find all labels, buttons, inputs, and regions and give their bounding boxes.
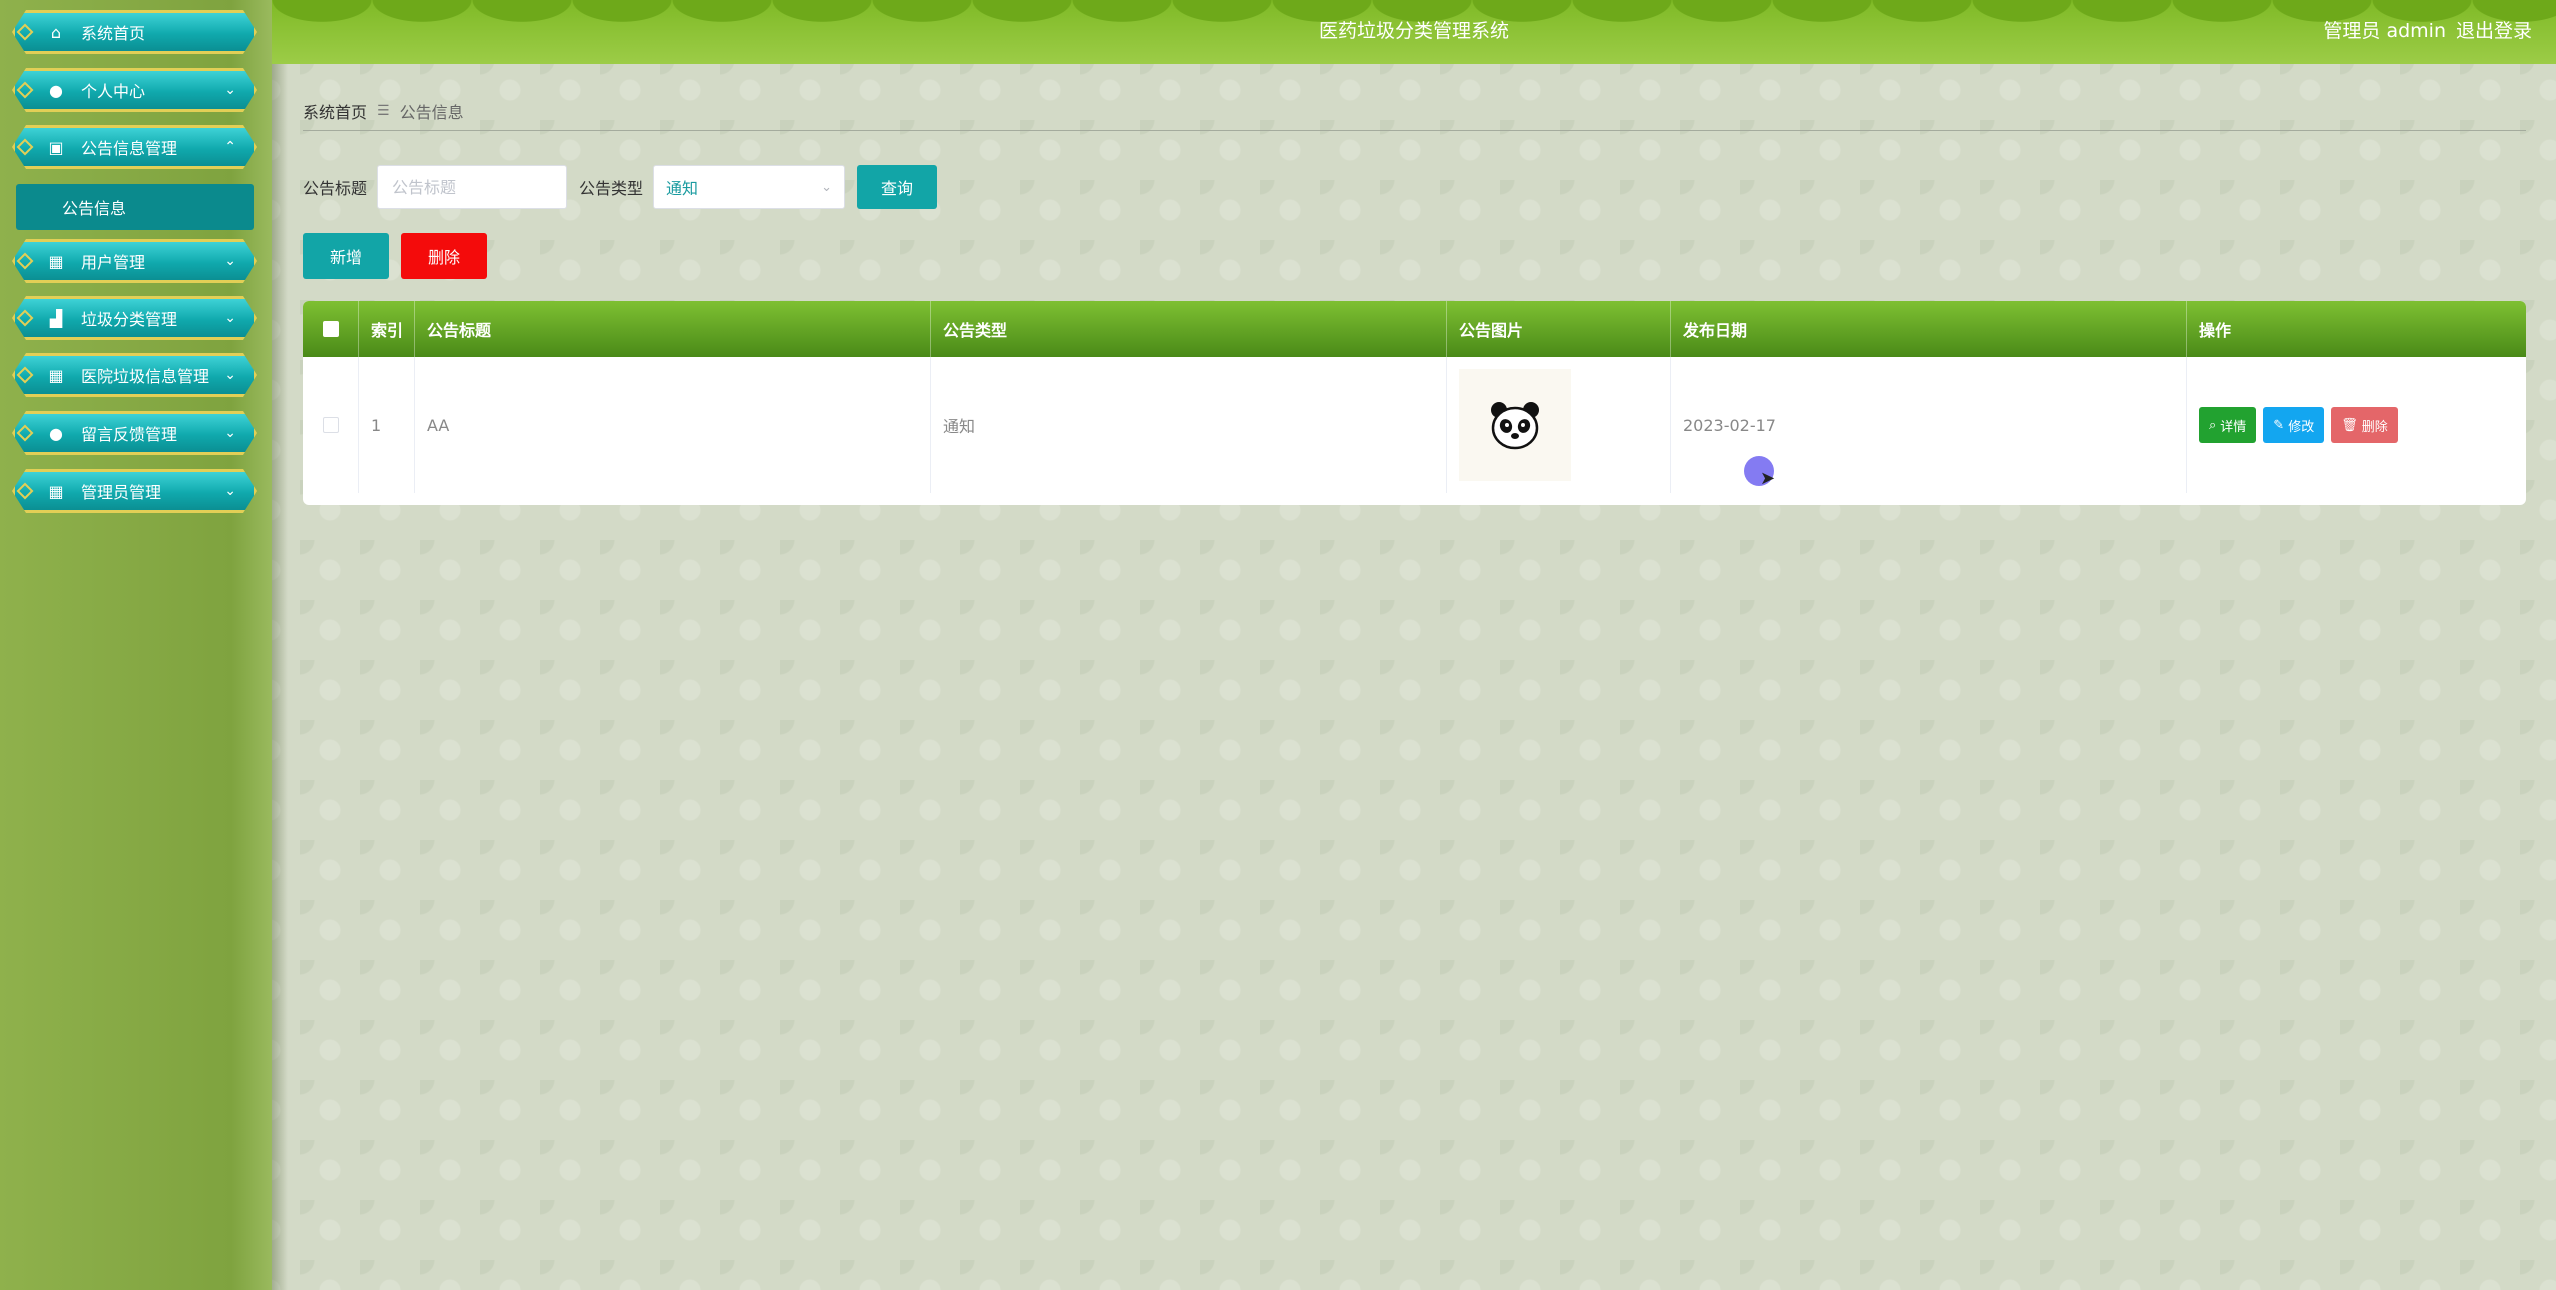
chevron-down-icon: ⌄ <box>224 425 236 441</box>
row-delete-button[interactable]: 🗑 删除 <box>2331 407 2398 443</box>
sidebar-item-feedback[interactable]: ● 留言反馈管理 ⌄ <box>12 411 257 455</box>
title-field-label: 公告标题 <box>303 179 368 198</box>
diamond-ornament-icon <box>17 24 34 41</box>
mouse-cursor-icon: ➤ <box>1760 468 1776 489</box>
query-button[interactable]: 查询 <box>857 165 938 209</box>
detail-button[interactable]: ⌕ 详情 <box>2199 407 2257 443</box>
sidebar-item-label: 垃圾分类管理 <box>81 310 178 329</box>
sidebar-item-label: 公告信息管理 <box>81 139 178 158</box>
app-title: 医药垃圾分类管理系统 <box>1318 20 1509 42</box>
edit-button[interactable]: ✎ 修改 <box>2263 407 2325 443</box>
select-all-checkbox[interactable] <box>322 321 339 337</box>
sidebar-item-notice-management[interactable]: ▣ 公告信息管理 ⌃ <box>12 125 257 169</box>
table-header: 索引 公告标题 公告类型 公告图片 发布日期 操作 <box>303 301 2526 357</box>
search-form: 公告标题 公告类型 通知 ⌄ 查询 <box>303 164 938 210</box>
diamond-ornament-icon <box>17 367 34 384</box>
truck-icon: ▟ <box>49 308 63 328</box>
user-icon: ● <box>49 423 63 443</box>
row-actions: ⌕ 详情 ✎ 修改 🗑 删除 <box>2187 357 2526 493</box>
chevron-down-icon: ⌄ <box>224 367 236 383</box>
sidebar-item-label: 医院垃圾信息管理 <box>81 367 210 386</box>
user-icon: ● <box>49 80 63 100</box>
search-icon: ⌕ <box>2209 417 2217 433</box>
diamond-ornament-icon <box>17 82 34 99</box>
row-checkbox[interactable] <box>322 417 339 433</box>
header-title: 公告标题 <box>415 301 931 357</box>
breadcrumb-home[interactable]: 系统首页 <box>303 99 367 123</box>
sidebar-item-hospital-waste[interactable]: ▦ 医院垃圾信息管理 ⌄ <box>12 353 257 397</box>
header-image: 公告图片 <box>1447 301 1671 357</box>
chevron-up-icon: ⌃ <box>224 139 236 155</box>
top-header: 医药垃圾分类管理系统 管理员 admin 退出登录 <box>272 0 2556 64</box>
select-all-cell <box>303 301 359 357</box>
sidebar-item-personal-center[interactable]: ● 个人中心 ⌄ <box>12 68 257 112</box>
title-search-input[interactable] <box>377 165 568 209</box>
chevron-down-icon: ⌄ <box>224 82 236 98</box>
row-title: AA <box>415 357 931 493</box>
breadcrumb-current: 公告信息 <box>399 103 464 122</box>
home-icon: ⌂ <box>50 22 62 42</box>
sidebar-subitem-notice[interactable]: 公告信息 <box>16 184 254 230</box>
chevron-down-icon: ⌄ <box>224 253 236 269</box>
sidebar-item-label: 留言反馈管理 <box>81 425 178 444</box>
header-actions: 操作 <box>2199 321 2232 340</box>
sidebar-item-waste-category[interactable]: ▟ 垃圾分类管理 ⌄ <box>12 296 257 340</box>
row-check-cell <box>303 357 359 493</box>
type-select[interactable]: 通知 ⌄ <box>653 165 846 209</box>
sidebar-item-label: 系统首页 <box>81 24 146 43</box>
type-select-value: 通知 <box>666 179 699 198</box>
diamond-ornament-icon <box>17 139 34 156</box>
diamond-ornament-icon <box>17 310 34 327</box>
sidebar-item-label: 管理员管理 <box>81 483 162 502</box>
chevron-down-icon: ⌄ <box>224 310 236 326</box>
grid-icon: ▦ <box>48 365 64 385</box>
edit-icon: ✎ <box>2273 417 2285 433</box>
notice-table: 索引 公告标题 公告类型 公告图片 发布日期 操作 1 AA 通知 2023-0… <box>303 301 2526 505</box>
add-button[interactable]: 新增 <box>303 233 389 279</box>
delete-button-label: 删除 <box>2361 419 2388 435</box>
header-index: 索引 <box>359 301 415 357</box>
type-field-label: 公告类型 <box>579 179 644 198</box>
grid-icon: ▦ <box>48 251 64 271</box>
sidebar-item-label: 个人中心 <box>81 82 146 101</box>
chevron-down-icon: ⌄ <box>224 483 236 499</box>
diamond-ornament-icon <box>17 483 34 500</box>
current-user: 管理员 admin <box>2323 20 2446 42</box>
row-image-cell <box>1447 357 1671 493</box>
trash-icon: 🗑 <box>2341 417 2358 433</box>
edit-button-label: 修改 <box>2288 419 2315 435</box>
batch-delete-button[interactable]: 删除 <box>401 233 487 279</box>
sidebar: ⌂ 系统首页 ● 个人中心 ⌄ ▣ 公告信息管理 ⌃ 公告信息 ▦ 用户管理 ⌄… <box>0 0 288 1290</box>
row-type: 通知 <box>931 357 1447 493</box>
breadcrumb: 系统首页 ☰ 公告信息 <box>303 92 2526 131</box>
detail-button-label: 详情 <box>2220 419 2247 435</box>
briefcase-icon: ▣ <box>48 137 64 157</box>
header-date: 发布日期 <box>1671 301 2187 357</box>
row-index: 1 <box>359 357 415 493</box>
sidebar-item-label: 用户管理 <box>81 253 146 272</box>
diamond-ornament-icon <box>17 253 34 270</box>
header-type: 公告类型 <box>931 301 1447 357</box>
sidebar-item-user-management[interactable]: ▦ 用户管理 ⌄ <box>12 239 257 283</box>
action-bar: 新增 删除 <box>303 233 487 279</box>
panda-icon[interactable] <box>1459 369 1571 481</box>
logout-link[interactable]: 退出登录 <box>2456 16 2532 43</box>
grid-icon: ▦ <box>48 481 64 501</box>
breadcrumb-separator-icon: ☰ <box>377 103 390 119</box>
chevron-down-icon: ⌄ <box>821 179 833 195</box>
diamond-ornament-icon <box>17 425 34 442</box>
sidebar-item-home[interactable]: ⌂ 系统首页 <box>12 10 257 54</box>
sidebar-item-admin-management[interactable]: ▦ 管理员管理 ⌄ <box>12 469 257 513</box>
